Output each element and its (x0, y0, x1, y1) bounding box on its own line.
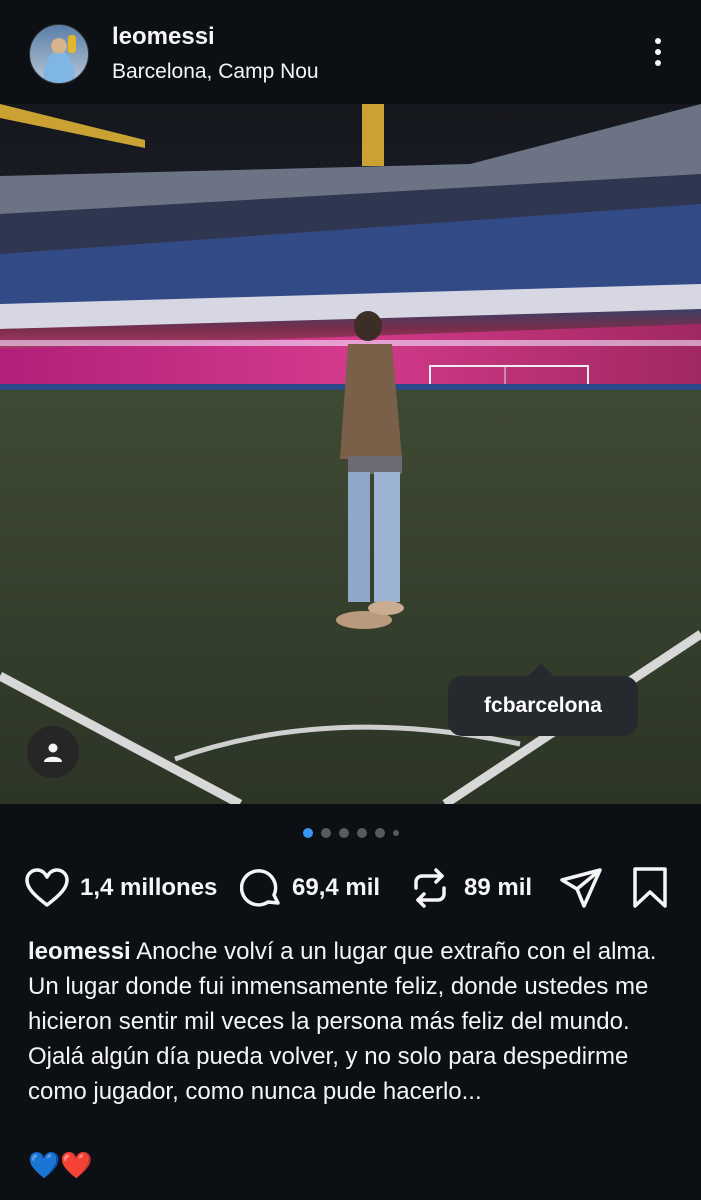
comment-button[interactable]: 69,4 mil (240, 860, 380, 916)
share-button[interactable] (558, 860, 604, 916)
carousel-dot (392, 830, 399, 836)
post-caption: leomessi Anoche volví a un lugar que ext… (28, 934, 680, 1109)
profile-avatar[interactable] (29, 24, 89, 84)
user-tag[interactable]: fcbarcelona (448, 676, 638, 736)
bookmark-button[interactable] (632, 860, 668, 916)
heart-icon (25, 868, 69, 907)
share-icon (560, 868, 602, 908)
repost-button[interactable]: 89 mil (410, 860, 532, 916)
action-bar: 1,4 millones 69,4 mil 89 mil (0, 860, 701, 916)
carousel-dot (302, 828, 313, 838)
person-icon (44, 743, 62, 762)
post-photo[interactable]: fcbarcelona (0, 104, 701, 804)
repost-count: 89 mil (464, 874, 533, 901)
carousel-indicator (0, 826, 701, 840)
carousel-dot (320, 828, 331, 838)
carousel-dot (338, 828, 349, 838)
caption-emojis: 💙❤️ (28, 1150, 93, 1180)
user-tag-label: fcbarcelona (484, 694, 602, 717)
caption-username[interactable]: leomessi (28, 938, 131, 965)
repost-icon (414, 868, 446, 908)
like-count: 1,4 millones (80, 874, 218, 901)
carousel-dot (374, 828, 385, 838)
post-header: leomessi Barcelona, Camp Nou (0, 0, 701, 104)
like-button[interactable]: 1,4 millones (24, 860, 217, 916)
comment-count: 69,4 mil (292, 874, 381, 901)
tagged-people-button[interactable] (27, 726, 79, 778)
comment-icon (240, 869, 280, 907)
more-vertical-icon[interactable] (640, 36, 676, 72)
carousel-dot (356, 828, 367, 838)
header-location[interactable]: Barcelona, Camp Nou (112, 60, 319, 84)
header-username[interactable]: leomessi (112, 23, 215, 51)
bookmark-icon (633, 867, 667, 908)
